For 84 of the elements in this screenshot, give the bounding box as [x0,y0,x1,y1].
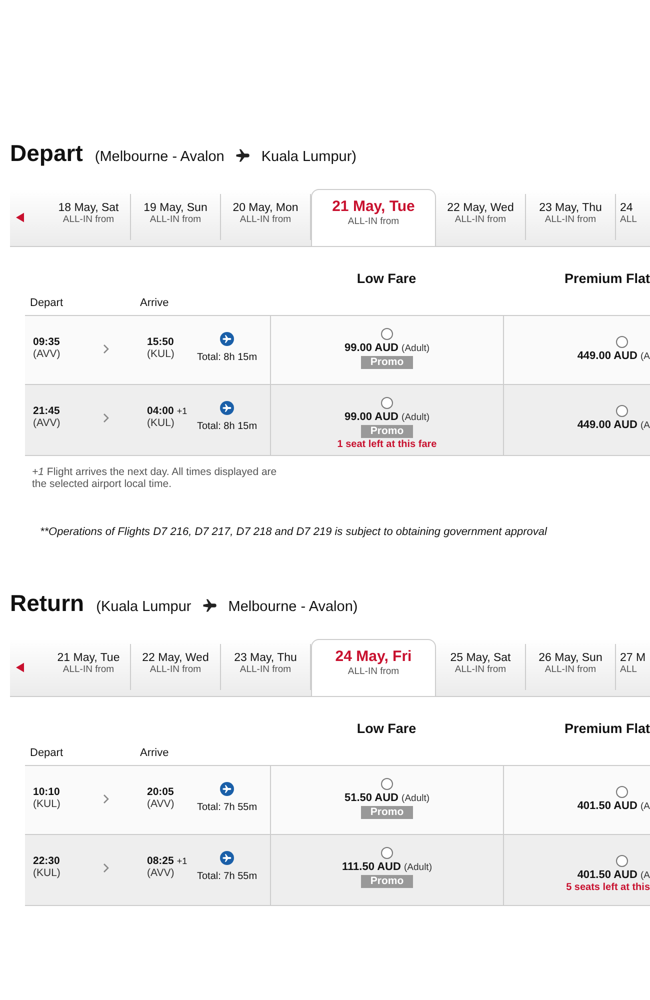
date-tab[interactable]: 22 May, Wed ALL-IN from [436,194,526,240]
fare-price: 449.00 AUD (A [577,419,650,431]
column-label: Depart [30,297,64,309]
date-tab[interactable]: 23 May, Thu ALL-IN from [526,194,616,240]
fare-radio[interactable] [616,786,628,798]
chevron-icon [103,863,109,873]
seats-left: 1 seat left at this fare [337,439,437,450]
promo-badge: Promo [361,356,413,369]
date-tab[interactable]: 24 May, Fri ALL-IN from [311,639,436,696]
fare-price: 449.00 AUD (A [577,350,650,362]
fare-price: 111.50 AUD (Adult) [342,861,432,873]
promo-badge: Promo [361,875,413,888]
arrive-time: 20:05 [147,786,174,798]
depart-time: 21:45 [33,405,61,417]
previous-arrow-icon[interactable] [16,662,24,672]
airplane-icon [202,598,218,612]
airport-code: (KUL) [147,417,176,429]
column-label: Arrive [140,747,170,759]
route-origin: (Melbourne - Avalon [94,149,224,165]
fare-header: Low Fare [356,270,418,288]
arrive-time: 08:25 [147,855,174,867]
airport-code: (KUL) [33,798,62,810]
next-day-mark: +1 [176,856,188,866]
date-tab[interactable]: 27 M ALL [616,644,650,690]
date-tab[interactable]: 22 May, Wed ALL-IN from [131,644,221,690]
previous-arrow-icon[interactable] [16,212,24,222]
total-duration: Total: 8h 15m [197,352,258,363]
fare-header: Premium Flat [563,720,650,738]
airport-code: (KUL) [147,348,176,360]
date-tab[interactable]: 18 May, Sat ALL-IN from [47,194,131,240]
promo-badge: Promo [361,425,413,438]
fare-price: 99.00 AUD (Adult) [344,342,430,354]
flight-details-icon[interactable] [220,782,234,796]
fare-radio[interactable] [381,328,393,340]
airport-code: (KUL) [33,867,62,879]
next-day-note: +1 Flight arrives the next day. All times displayed are the selected airport local time. [32,466,277,490]
fare-header: Low Fare [356,720,418,738]
chevron-icon [103,413,109,423]
fare-radio[interactable] [616,855,628,867]
depart-time: 09:35 [33,336,61,348]
airport-code: (AVV) [33,348,62,360]
date-tab[interactable]: 25 May, Sat ALL-IN from [436,644,526,690]
fare-radio[interactable] [381,397,393,409]
route-destination: Kuala Lumpur) [261,149,356,165]
next-day-mark: +1 [176,406,188,416]
flight-details-icon[interactable] [220,332,234,346]
depart-time: 22:30 [33,855,61,867]
total-duration: Total: 7h 55m [197,802,258,813]
route-destination: Melbourne - Avalon) [228,599,358,615]
chevron-icon [103,794,109,804]
date-tab[interactable]: 21 May, Tue ALL-IN from [311,189,436,246]
fare-price: 51.50 AUD (Adult) [344,792,430,804]
fare-header: Premium Flat [563,270,650,288]
column-label: Depart [30,747,64,759]
seats-left: 5 seats left at this [566,882,650,893]
date-tab[interactable]: 21 May, Tue ALL-IN from [47,644,131,690]
fare-radio[interactable] [381,778,393,790]
fare-radio[interactable] [381,847,393,859]
airplane-icon [235,148,250,162]
fare-radio[interactable] [616,405,628,417]
arrive-time: 15:50 [147,336,174,348]
fare-price: 401.50 AUD (A [577,869,650,881]
promo-badge: Promo [361,806,413,819]
date-tab[interactable]: 26 May, Sun ALL-IN from [526,644,616,690]
fare-radio[interactable] [616,336,628,348]
depart-time: 10:10 [33,786,61,798]
section-title: Return [10,590,84,617]
flight-details-icon[interactable] [220,401,234,415]
arrive-time: 04:00 [147,405,174,417]
date-tab[interactable]: 24 ALL [616,194,650,240]
total-duration: Total: 8h 15m [197,421,258,432]
operations-note: **Operations of Flights D7 216, D7 217, D7 218 and D7 219 is subject to obtaining government approval [40,526,548,538]
airport-code: (AVV) [147,798,176,810]
chevron-icon [103,344,109,354]
section-title: Depart [10,140,83,167]
fare-price: 99.00 AUD (Adult) [344,411,430,423]
fare-price: 401.50 AUD (A [577,800,650,812]
airport-code: (AVV) [147,867,176,879]
total-duration: Total: 7h 55m [197,871,258,882]
route-origin: (Kuala Lumpur [96,599,192,615]
date-tab[interactable]: 19 May, Sun ALL-IN from [131,194,221,240]
airport-code: (AVV) [33,417,62,429]
column-label: Arrive [140,297,170,309]
flight-details-icon[interactable] [220,851,234,865]
